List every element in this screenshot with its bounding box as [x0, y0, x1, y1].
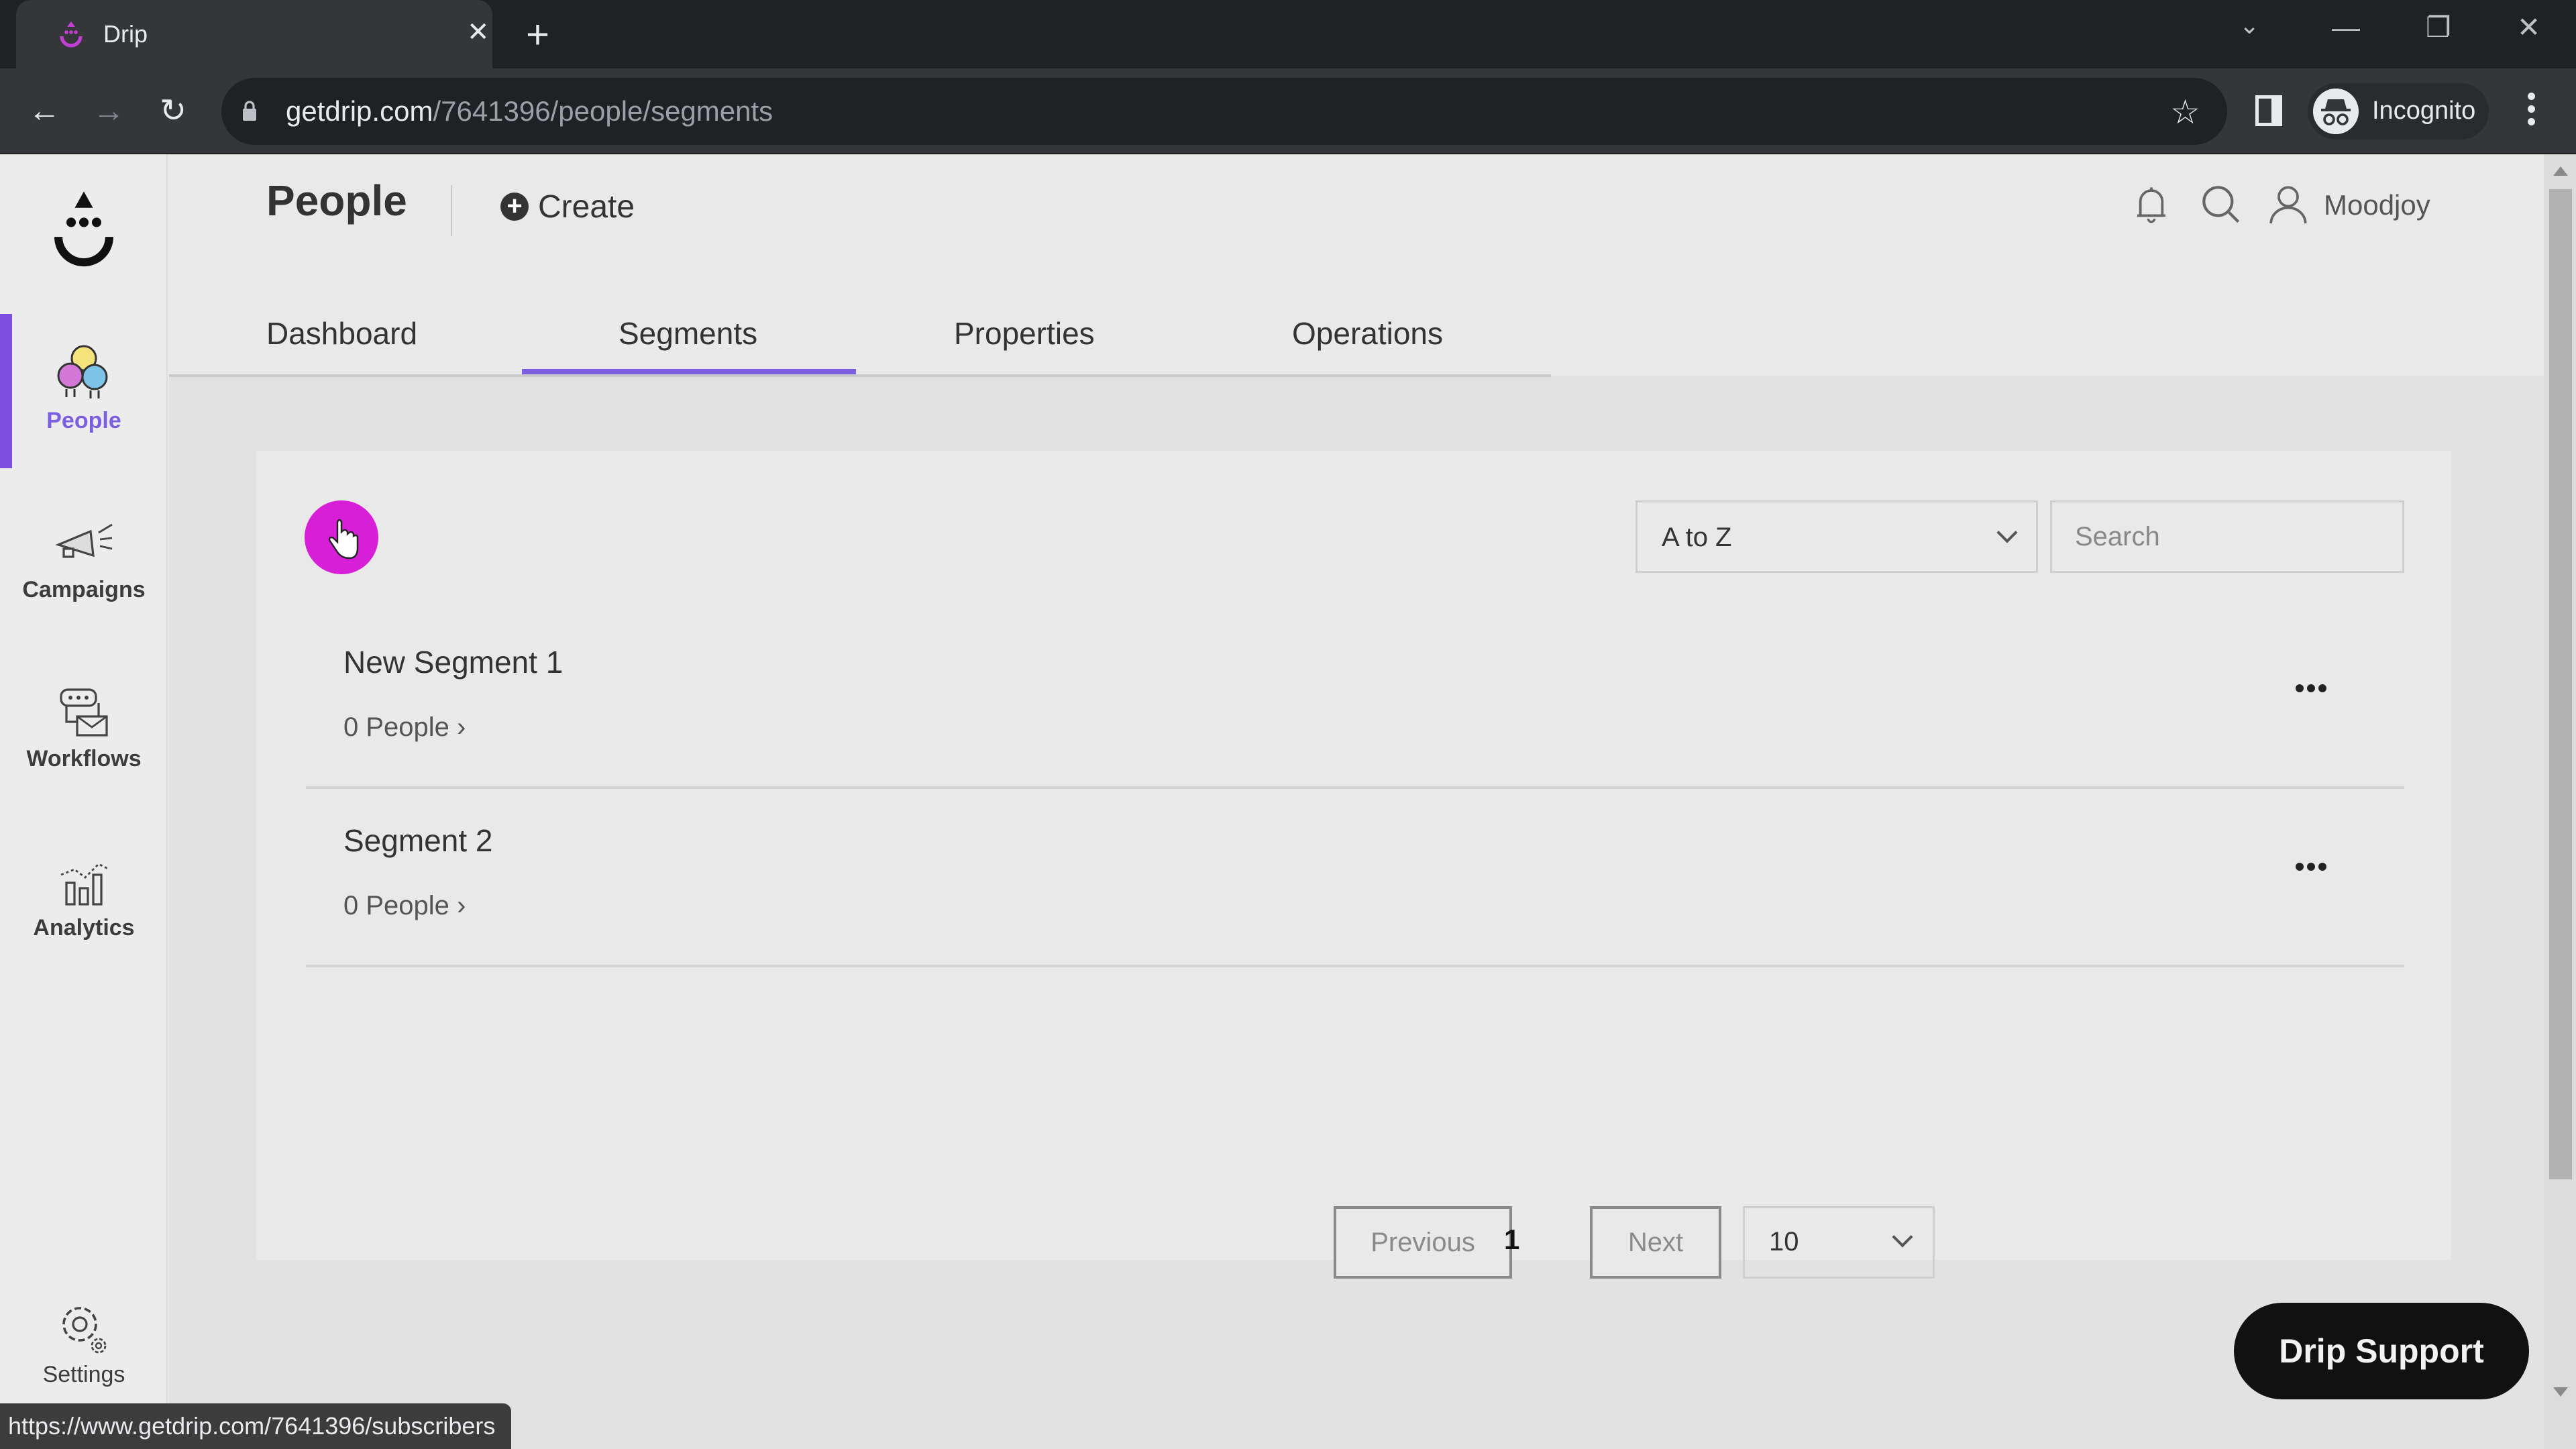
create-label: Create: [538, 189, 635, 225]
analytics-icon: [60, 863, 110, 906]
people-icon: [57, 345, 108, 398]
sidebar-item-people[interactable]: People: [0, 314, 168, 468]
bell-icon[interactable]: [2128, 181, 2175, 228]
segment-name[interactable]: Segment 2: [343, 822, 492, 859]
plus-circle-icon: +: [500, 193, 529, 221]
tab-bar: Dashboard Segments Properties Operations: [169, 288, 1551, 377]
minimize-icon[interactable]: —: [2332, 13, 2360, 42]
forward-icon[interactable]: →: [90, 93, 127, 130]
app-sidebar: People Campaigns Workflows Analytics Set…: [0, 154, 168, 1449]
segment-row[interactable]: Segment 2 0 People ›: [306, 789, 2404, 967]
drip-support-button[interactable]: Drip Support: [2234, 1303, 2529, 1399]
new-tab-button[interactable]: +: [526, 15, 549, 55]
incognito-icon: [2313, 89, 2359, 134]
active-tab-indicator: [522, 369, 856, 374]
link-status-bar: https://www.getdrip.com/7641396/subscrib…: [0, 1403, 512, 1449]
browser-menu-icon[interactable]: [2528, 93, 2536, 130]
segments-panel: A to Z New Segment 1 0 People › Segment …: [256, 451, 2451, 1279]
scroll-down-icon[interactable]: [2553, 1387, 2568, 1397]
sidebar-item-analytics[interactable]: Analytics: [0, 821, 168, 975]
title-divider: [451, 185, 452, 236]
page-title: People: [266, 176, 407, 225]
segment-name[interactable]: New Segment 1: [343, 644, 563, 680]
sort-value: A to Z: [1662, 523, 1732, 552]
drip-logo-icon[interactable]: [47, 188, 121, 275]
incognito-profile-button[interactable]: Incognito: [2308, 83, 2489, 140]
browser-tabstrip: Drip ✕ + ⌄ — ❐ ✕: [0, 0, 2576, 68]
cursor-highlight: [305, 500, 378, 574]
sort-dropdown[interactable]: A to Z: [1635, 500, 2038, 573]
sidebar-item-label: Analytics: [33, 915, 135, 941]
sidebar-item-label: People: [46, 408, 121, 433]
more-options-icon[interactable]: [2296, 863, 2326, 871]
sidebar-item-campaigns[interactable]: Campaigns: [0, 483, 168, 637]
more-options-icon[interactable]: [2296, 684, 2326, 692]
tab-title: Drip: [103, 20, 148, 48]
lock-icon: [243, 101, 256, 121]
page-header: People + Create Moodjoy Dashboard Segmen…: [169, 154, 2544, 377]
restore-icon[interactable]: ❐: [2426, 13, 2451, 42]
segment-row[interactable]: New Segment 1 0 People ›: [306, 610, 2404, 789]
browser-toolbar: ← → ↻ getdrip.com/7641396/people/segment…: [0, 68, 2576, 154]
tab-dashboard[interactable]: Dashboard: [266, 315, 417, 352]
megaphone-icon: [55, 523, 113, 558]
search-icon[interactable]: [2198, 181, 2245, 228]
drip-favicon-icon: [60, 21, 83, 48]
sidebar-item-label: Campaigns: [22, 577, 146, 602]
reload-icon[interactable]: ↻: [154, 93, 192, 130]
chevron-down-icon: [1996, 522, 2018, 543]
hand-pointer-icon: [328, 519, 359, 559]
sidebar-item-label: Settings: [42, 1362, 125, 1387]
tab-search-icon[interactable]: ⌄: [2239, 13, 2259, 38]
tab-properties[interactable]: Properties: [954, 315, 1095, 352]
tab-segments[interactable]: Segments: [619, 315, 757, 352]
tab-close-icon[interactable]: ✕: [467, 19, 490, 46]
user-name[interactable]: Moodjoy: [2324, 189, 2430, 221]
bookmark-star-icon[interactable]: ☆: [2170, 93, 2200, 131]
browser-tab[interactable]: Drip ✕: [16, 0, 492, 68]
segment-people-link[interactable]: 0 People ›: [343, 891, 466, 921]
workflow-icon: [60, 688, 108, 737]
create-button[interactable]: + Create: [500, 180, 635, 233]
address-bar[interactable]: getdrip.com/7641396/people/segments ☆: [221, 78, 2227, 145]
previous-page-button[interactable]: Previous: [1334, 1206, 1512, 1279]
sidebar-item-settings[interactable]: Settings: [0, 1268, 168, 1422]
segment-people-link[interactable]: 0 People ›: [343, 712, 466, 743]
per-page-dropdown[interactable]: 10: [1743, 1206, 1935, 1279]
tab-operations[interactable]: Operations: [1292, 315, 1443, 352]
main-content: People + Create Moodjoy Dashboard Segmen…: [169, 154, 2544, 1449]
gear-icon: [62, 1307, 107, 1354]
url-text: getdrip.com/7641396/people/segments: [286, 95, 773, 127]
sidebar-item-label: Workflows: [26, 746, 142, 771]
back-icon[interactable]: ←: [25, 93, 63, 130]
current-page: 1: [1504, 1224, 1520, 1255]
search-input[interactable]: [2050, 500, 2404, 573]
profile-label: Incognito: [2372, 97, 2476, 125]
user-icon[interactable]: [2265, 181, 2312, 228]
sidebar-item-workflows[interactable]: Workflows: [0, 652, 168, 806]
close-window-icon[interactable]: ✕: [2517, 13, 2540, 42]
next-page-button[interactable]: Next: [1590, 1206, 1721, 1279]
side-panel-icon[interactable]: [2255, 95, 2282, 126]
vertical-scrollbar[interactable]: [2544, 154, 2576, 1449]
per-page-value: 10: [1769, 1227, 1799, 1256]
chevron-down-icon: [1892, 1226, 1913, 1248]
scroll-up-icon[interactable]: [2553, 166, 2568, 176]
scrollbar-thumb[interactable]: [2549, 189, 2572, 1179]
